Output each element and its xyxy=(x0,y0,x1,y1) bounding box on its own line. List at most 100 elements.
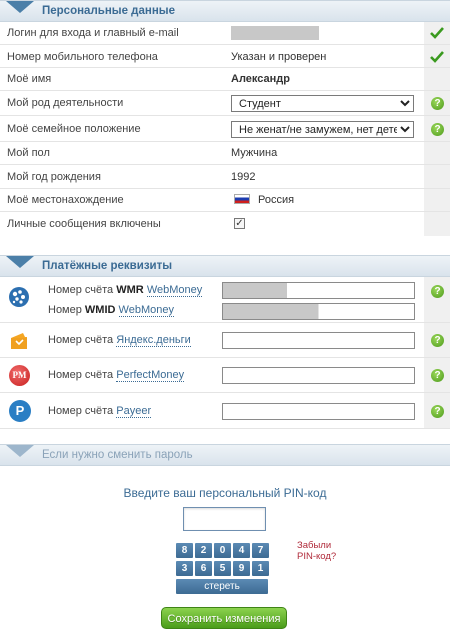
messages-checkbox[interactable]: ✓ xyxy=(234,218,245,229)
row-side xyxy=(424,277,450,322)
save-changes-button[interactable]: Сохранить изменения xyxy=(161,607,287,629)
help-icon[interactable]: ? xyxy=(431,123,444,136)
payeer-link[interactable]: Payeer xyxy=(116,405,152,418)
section-header-password[interactable]: Если нужно сменить пароль xyxy=(0,444,450,466)
messages-label: Личные сообщения включены xyxy=(7,218,161,230)
pin-key[interactable]: 0 xyxy=(214,543,231,558)
help-icon[interactable]: ? xyxy=(431,285,444,298)
row-gender: Мой пол Мужчина xyxy=(0,142,450,165)
pin-key[interactable]: 3 xyxy=(176,561,193,576)
russia-flag-icon xyxy=(234,194,250,204)
row-birthyear: Мой год рождения 1992 xyxy=(0,165,450,189)
gender-value: Мужчина xyxy=(231,147,278,159)
collapse-triangle-icon xyxy=(6,256,34,268)
webmoney-link[interactable]: WebMoney xyxy=(146,284,203,297)
row-phone: Номер мобильного телефона Указан и прове… xyxy=(0,45,450,68)
yandex-label: Номер счёта Яндекс.деньги xyxy=(48,334,191,347)
name-value: Александр xyxy=(231,73,290,85)
wmr-label: Номер счёта WMR WebMoney xyxy=(48,284,203,297)
row-side xyxy=(424,212,450,236)
yandex-money-wallet-icon xyxy=(11,333,27,349)
pin-clear-button[interactable]: стереть xyxy=(176,579,268,594)
section-header-personal[interactable]: Персональные данные xyxy=(0,0,450,22)
row-family: Моё семейное положение Не женат/не замуж… xyxy=(0,116,450,142)
section-title: Персональные данные xyxy=(42,5,175,17)
row-location: Моё местонахождение Россия xyxy=(0,189,450,212)
perfectmoney-icon: PM xyxy=(9,365,30,386)
collapse-triangle-icon xyxy=(6,1,34,13)
wmr-label-prefix: Номер счёта xyxy=(48,284,114,296)
pin-prompt: Введите ваш персональный PIN-код xyxy=(123,486,327,500)
wmid-input[interactable] xyxy=(222,303,415,320)
payeer-account-input[interactable] xyxy=(222,403,415,420)
login-label: Логин для входа и главный e-mail xyxy=(7,27,179,39)
section-header-payment[interactable]: Платёжные реквизиты xyxy=(0,255,450,277)
row-occupation: Мой род деятельности Студент ? xyxy=(0,91,450,116)
row-login: Логин для входа и главный e-mail xyxy=(0,22,450,45)
checkmark-icon xyxy=(430,51,444,63)
personal-rows: Логин для входа и главный e-mail Номер м… xyxy=(0,22,450,236)
pm-label-prefix: Номер счёта xyxy=(48,369,114,381)
pay-row-yandex: Номер счёта Яндекс.деньги ? xyxy=(0,323,450,358)
pin-key[interactable]: 2 xyxy=(195,543,212,558)
pm-label: Номер счёта PerfectMoney xyxy=(48,369,185,382)
birthyear-value: 1992 xyxy=(231,171,256,183)
yandex-label-prefix: Номер счёта xyxy=(48,334,114,346)
row-side xyxy=(424,165,450,188)
perfectmoney-account-input[interactable] xyxy=(222,367,415,384)
pin-key[interactable]: 8 xyxy=(176,543,193,558)
row-side xyxy=(424,189,450,211)
occupation-select[interactable]: Студент xyxy=(231,95,414,112)
gender-label: Мой пол xyxy=(7,147,50,159)
phone-value: Указан и проверен xyxy=(231,51,327,63)
wmr-account-input[interactable] xyxy=(222,282,415,299)
webmoney-link[interactable]: WebMoney xyxy=(118,304,174,317)
help-icon[interactable]: ? xyxy=(431,334,444,347)
location-value: Россия xyxy=(234,194,294,206)
forgot-pin-link[interactable]: Забыли PIN-код? xyxy=(297,540,336,562)
section-title: Платёжные реквизиты xyxy=(42,260,173,272)
occupation-label: Мой род деятельности xyxy=(7,97,124,109)
location-label: Моё местонахождение xyxy=(7,194,124,206)
wmid-label: Номер WMID WebMoney xyxy=(48,304,174,317)
payeer-icon: P xyxy=(9,400,31,422)
pin-input[interactable] xyxy=(183,507,266,531)
section-title: Если нужно сменить пароль xyxy=(42,449,193,461)
pay-row-perfectmoney: PM Номер счёта PerfectMoney ? xyxy=(0,358,450,393)
pin-key[interactable]: 4 xyxy=(233,543,250,558)
help-icon[interactable]: ? xyxy=(431,97,444,110)
family-select[interactable]: Не женат/не замужем, нет детей xyxy=(231,121,414,138)
collapse-triangle-icon xyxy=(6,445,34,457)
location-text: Россия xyxy=(258,194,295,206)
family-label: Моё семейное положение xyxy=(7,123,141,135)
phone-label: Номер мобильного телефона xyxy=(7,51,158,63)
wmid-label-prefix: Номер xyxy=(48,304,82,316)
login-value-masked xyxy=(231,26,319,40)
payment-rows: Номер счёта WMR WebMoney Номер WMID WebM… xyxy=(0,277,450,429)
pin-key[interactable]: 6 xyxy=(195,561,212,576)
forgot-pin-line2: PIN-код? xyxy=(297,551,337,562)
row-side xyxy=(424,142,450,164)
row-messages: Личные сообщения включены ✓ xyxy=(0,212,450,236)
payeer-label-prefix: Номер счёта xyxy=(48,405,114,417)
birthyear-label: Мой год рождения xyxy=(7,171,101,183)
pay-row-payeer: P Номер счёта Payeer ? xyxy=(0,393,450,429)
yandex-account-input[interactable] xyxy=(222,332,415,349)
row-side xyxy=(424,68,450,90)
row-name: Моё имя Александр xyxy=(0,68,450,91)
perfectmoney-link[interactable]: PerfectMoney xyxy=(116,369,185,382)
help-icon[interactable]: ? xyxy=(431,369,444,382)
help-icon[interactable]: ? xyxy=(431,405,444,418)
webmoney-globe-icon xyxy=(9,287,29,307)
wmid-label-bold: WMID xyxy=(84,304,116,316)
wmr-label-bold: WMR xyxy=(116,284,144,296)
payeer-label: Номер счёта Payeer xyxy=(48,405,152,418)
pin-key[interactable]: 5 xyxy=(214,561,231,576)
pin-key[interactable]: 1 xyxy=(252,561,269,576)
pin-key[interactable]: 9 xyxy=(233,561,250,576)
name-label: Моё имя xyxy=(7,73,52,85)
pay-row-webmoney: Номер счёта WMR WebMoney Номер WMID WebM… xyxy=(0,277,450,323)
checkmark-icon xyxy=(430,27,444,39)
yandex-link[interactable]: Яндекс.деньги xyxy=(116,334,191,347)
pin-key[interactable]: 7 xyxy=(252,543,269,558)
